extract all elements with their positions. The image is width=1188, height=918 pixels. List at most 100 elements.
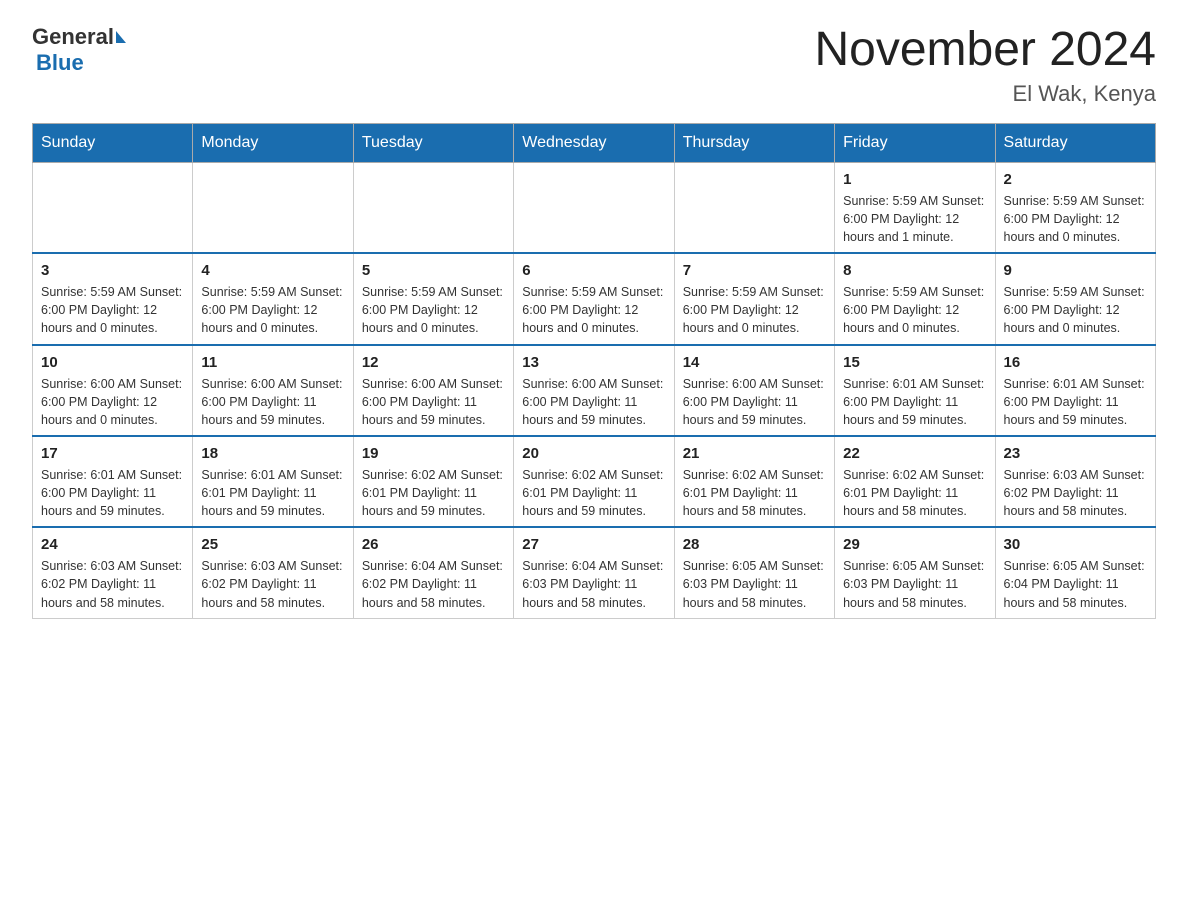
day-number: 20 [522,445,665,462]
day-info: Sunrise: 6:03 AM Sunset: 6:02 PM Dayligh… [201,557,344,611]
day-number: 26 [362,536,505,553]
calendar-cell: 24 Sunrise: 6:03 AM Sunset: 6:02 PM Dayli… [33,527,193,618]
day-info: Sunrise: 6:00 AM Sunset: 6:00 PM Dayligh… [522,375,665,429]
day-info: Sunrise: 6:04 AM Sunset: 6:02 PM Dayligh… [362,557,505,611]
calendar-subtitle: El Wak, Kenya [814,81,1156,107]
calendar-cell: 30 Sunrise: 6:05 AM Sunset: 6:04 PM Dayli… [995,527,1155,618]
day-number: 15 [843,354,986,371]
day-info: Sunrise: 5:59 AM Sunset: 6:00 PM Dayligh… [522,283,665,337]
day-info: Sunrise: 6:03 AM Sunset: 6:02 PM Dayligh… [1004,466,1147,520]
day-info: Sunrise: 6:04 AM Sunset: 6:03 PM Dayligh… [522,557,665,611]
calendar-cell [193,162,353,253]
day-info: Sunrise: 5:59 AM Sunset: 6:00 PM Dayligh… [201,283,344,337]
calendar-cell: 9Sunrise: 5:59 AM Sunset: 6:00 PM Daylig… [995,253,1155,344]
calendar-cell: 14 Sunrise: 6:00 AM Sunset: 6:00 PM Dayli… [674,345,834,436]
day-number: 24 [41,536,184,553]
day-number: 30 [1004,536,1147,553]
day-number: 10 [41,354,184,371]
day-info: Sunrise: 5:59 AM Sunset: 6:00 PM Dayligh… [362,283,505,337]
day-info: Sunrise: 5:59 AM Sunset: 6:00 PM Dayligh… [843,192,986,246]
day-info: Sunrise: 6:05 AM Sunset: 6:04 PM Dayligh… [1004,557,1147,611]
calendar-header-sunday: Sunday [33,123,193,162]
day-number: 25 [201,536,344,553]
calendar-cell: 17Sunrise: 6:01 AM Sunset: 6:00 PM Dayli… [33,436,193,527]
calendar-cell: 18 Sunrise: 6:01 AM Sunset: 6:01 PM Dayli… [193,436,353,527]
day-number: 4 [201,262,344,279]
calendar-cell: 13Sunrise: 6:00 AM Sunset: 6:00 PM Dayli… [514,345,674,436]
day-number: 16 [1004,354,1147,371]
day-number: 3 [41,262,184,279]
day-info: Sunrise: 5:59 AM Sunset: 6:00 PM Dayligh… [41,283,184,337]
calendar-cell: 12 Sunrise: 6:00 AM Sunset: 6:00 PM Dayli… [353,345,513,436]
day-number: 12 [362,354,505,371]
calendar-cell: 25 Sunrise: 6:03 AM Sunset: 6:02 PM Dayli… [193,527,353,618]
calendar-cell: 8Sunrise: 5:59 AM Sunset: 6:00 PM Daylig… [835,253,995,344]
day-number: 5 [362,262,505,279]
calendar-cell: 11Sunrise: 6:00 AM Sunset: 6:00 PM Dayli… [193,345,353,436]
logo-blue-text: Blue [36,50,84,75]
calendar-header-friday: Friday [835,123,995,162]
day-number: 7 [683,262,826,279]
day-number: 9 [1004,262,1147,279]
logo: General Blue [32,24,126,76]
calendar-cell: 2 Sunrise: 5:59 AM Sunset: 6:00 PM Daylig… [995,162,1155,253]
calendar-cell [674,162,834,253]
title-area: November 2024 El Wak, Kenya [814,24,1156,107]
day-info: Sunrise: 6:03 AM Sunset: 6:02 PM Dayligh… [41,557,184,611]
calendar-week-row: 10 Sunrise: 6:00 AM Sunset: 6:00 PM Dayli… [33,345,1156,436]
calendar-cell: 22 Sunrise: 6:02 AM Sunset: 6:01 PM Dayli… [835,436,995,527]
calendar-cell: 15 Sunrise: 6:01 AM Sunset: 6:00 PM Dayli… [835,345,995,436]
calendar-cell [514,162,674,253]
calendar-header-thursday: Thursday [674,123,834,162]
day-info: Sunrise: 6:00 AM Sunset: 6:00 PM Dayligh… [683,375,826,429]
day-info: Sunrise: 6:02 AM Sunset: 6:01 PM Dayligh… [843,466,986,520]
calendar-cell: 4 Sunrise: 5:59 AM Sunset: 6:00 PM Daylig… [193,253,353,344]
day-number: 28 [683,536,826,553]
day-number: 18 [201,445,344,462]
calendar-cell: 7 Sunrise: 5:59 AM Sunset: 6:00 PM Daylig… [674,253,834,344]
calendar-cell: 3 Sunrise: 5:59 AM Sunset: 6:00 PM Daylig… [33,253,193,344]
day-info: Sunrise: 6:05 AM Sunset: 6:03 PM Dayligh… [683,557,826,611]
day-number: 23 [1004,445,1147,462]
day-number: 19 [362,445,505,462]
calendar-cell: 1Sunrise: 5:59 AM Sunset: 6:00 PM Daylig… [835,162,995,253]
day-number: 14 [683,354,826,371]
day-number: 11 [201,354,344,371]
day-info: Sunrise: 6:02 AM Sunset: 6:01 PM Dayligh… [522,466,665,520]
calendar-cell: 23 Sunrise: 6:03 AM Sunset: 6:02 PM Dayli… [995,436,1155,527]
calendar-cell: 21 Sunrise: 6:02 AM Sunset: 6:01 PM Dayli… [674,436,834,527]
day-number: 21 [683,445,826,462]
calendar-cell: 19 Sunrise: 6:02 AM Sunset: 6:01 PM Dayli… [353,436,513,527]
day-info: Sunrise: 6:02 AM Sunset: 6:01 PM Dayligh… [362,466,505,520]
day-info: Sunrise: 6:01 AM Sunset: 6:01 PM Dayligh… [201,466,344,520]
day-number: 29 [843,536,986,553]
day-number: 6 [522,262,665,279]
day-info: Sunrise: 6:00 AM Sunset: 6:00 PM Dayligh… [362,375,505,429]
day-number: 17 [41,445,184,462]
calendar-week-row: 24 Sunrise: 6:03 AM Sunset: 6:02 PM Dayli… [33,527,1156,618]
calendar-cell: 16 Sunrise: 6:01 AM Sunset: 6:00 PM Dayli… [995,345,1155,436]
calendar-header-row: SundayMondayTuesdayWednesdayThursdayFrid… [33,123,1156,162]
day-info: Sunrise: 6:01 AM Sunset: 6:00 PM Dayligh… [1004,375,1147,429]
day-number: 2 [1004,171,1147,188]
calendar-header-saturday: Saturday [995,123,1155,162]
day-number: 22 [843,445,986,462]
logo-triangle-icon [116,31,126,43]
calendar-cell: 29 Sunrise: 6:05 AM Sunset: 6:03 PM Dayli… [835,527,995,618]
calendar-cell: 26 Sunrise: 6:04 AM Sunset: 6:02 PM Dayli… [353,527,513,618]
day-info: Sunrise: 6:05 AM Sunset: 6:03 PM Dayligh… [843,557,986,611]
day-number: 27 [522,536,665,553]
day-info: Sunrise: 6:01 AM Sunset: 6:00 PM Dayligh… [843,375,986,429]
calendar-cell [353,162,513,253]
day-info: Sunrise: 6:00 AM Sunset: 6:00 PM Dayligh… [41,375,184,429]
page-header: General Blue November 2024 El Wak, Kenya [32,24,1156,107]
logo-general-text: General [32,24,114,50]
day-info: Sunrise: 5:59 AM Sunset: 6:00 PM Dayligh… [843,283,986,337]
calendar-cell: 28 Sunrise: 6:05 AM Sunset: 6:03 PM Dayli… [674,527,834,618]
day-info: Sunrise: 6:02 AM Sunset: 6:01 PM Dayligh… [683,466,826,520]
calendar-cell: 20 Sunrise: 6:02 AM Sunset: 6:01 PM Dayli… [514,436,674,527]
calendar-header-tuesday: Tuesday [353,123,513,162]
calendar-week-row: 3 Sunrise: 5:59 AM Sunset: 6:00 PM Daylig… [33,253,1156,344]
day-info: Sunrise: 5:59 AM Sunset: 6:00 PM Dayligh… [683,283,826,337]
day-info: Sunrise: 5:59 AM Sunset: 6:00 PM Dayligh… [1004,192,1147,246]
